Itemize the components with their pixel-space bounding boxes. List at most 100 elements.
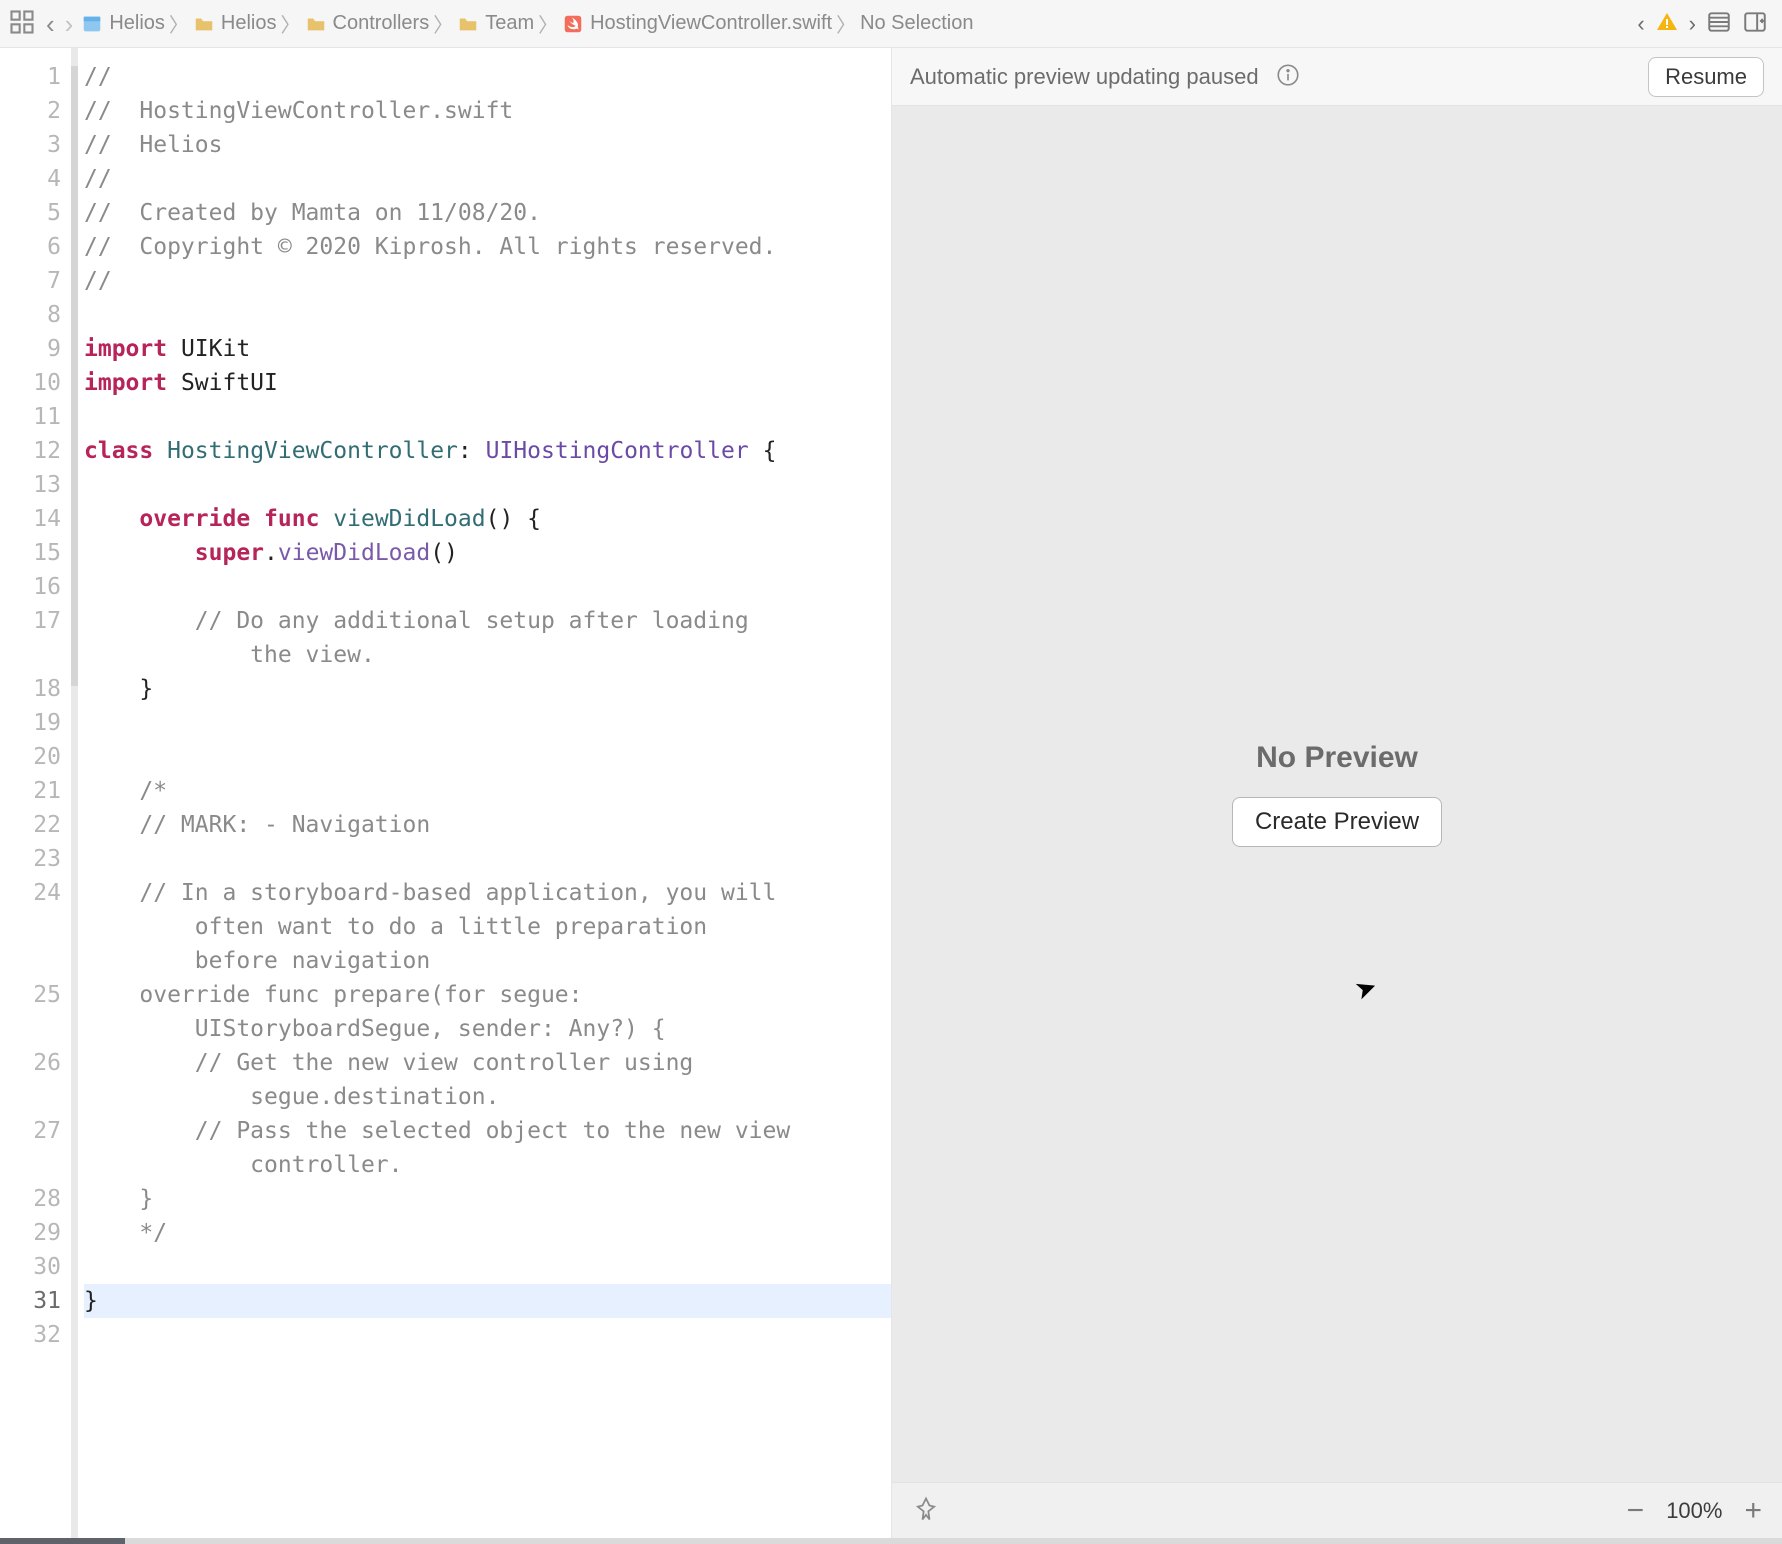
code-line[interactable] bbox=[84, 1318, 891, 1352]
breadcrumb-item[interactable]: Controllers bbox=[305, 12, 430, 35]
warning-icon[interactable] bbox=[1655, 10, 1679, 37]
code-line[interactable] bbox=[84, 570, 891, 604]
code-line[interactable]: // Do any additional setup after loading… bbox=[84, 604, 891, 672]
code-line[interactable]: */ bbox=[84, 1216, 891, 1250]
chevron-right-icon: 〉 bbox=[836, 9, 856, 38]
create-preview-button[interactable]: Create Preview bbox=[1232, 797, 1442, 847]
line-number: 26 bbox=[0, 1046, 61, 1114]
canvas-preview-pane: Automatic preview updating paused Resume… bbox=[891, 48, 1782, 1538]
line-number: 9 bbox=[0, 332, 61, 366]
breadcrumb-label: No Selection bbox=[860, 12, 973, 35]
breadcrumb-item[interactable]: No Selection bbox=[860, 12, 973, 35]
line-number: 10 bbox=[0, 366, 61, 400]
line-number: 24 bbox=[0, 876, 61, 978]
line-number: 17 bbox=[0, 604, 61, 672]
mouse-cursor-icon: ➤ bbox=[1350, 970, 1381, 1007]
code-line[interactable]: // bbox=[84, 162, 891, 196]
code-line[interactable]: import UIKit bbox=[84, 332, 891, 366]
pin-icon[interactable] bbox=[912, 1495, 940, 1526]
line-number: 18 bbox=[0, 672, 61, 706]
code-line[interactable]: // HostingViewController.swift bbox=[84, 94, 891, 128]
preview-footer: − 100% + bbox=[892, 1482, 1782, 1538]
code-line[interactable]: /* bbox=[84, 774, 891, 808]
line-number: 23 bbox=[0, 842, 61, 876]
breadcrumb-item[interactable]: HostingViewController.swift bbox=[562, 12, 832, 35]
main-split: 1234567891011121314151617181920212223242… bbox=[0, 48, 1782, 1538]
zoom-level-label: 100% bbox=[1666, 1498, 1722, 1524]
line-number: 25 bbox=[0, 978, 61, 1046]
adjust-editor-icon[interactable] bbox=[1706, 9, 1732, 38]
code-line[interactable] bbox=[84, 400, 891, 434]
breadcrumb-item[interactable]: Helios bbox=[193, 12, 277, 35]
code-line[interactable]: // bbox=[84, 264, 891, 298]
code-line[interactable] bbox=[84, 298, 891, 332]
scroll-indicator bbox=[71, 66, 78, 686]
breadcrumb-items: Helios〉Helios〉Controllers〉Team〉HostingVi… bbox=[81, 9, 1633, 38]
code-line[interactable]: super.viewDidLoad() bbox=[84, 536, 891, 570]
zoom-in-button[interactable]: + bbox=[1744, 1494, 1762, 1528]
zoom-controls: − 100% + bbox=[1627, 1494, 1762, 1528]
code-line[interactable] bbox=[84, 740, 891, 774]
line-number: 3 bbox=[0, 128, 61, 162]
code-line[interactable]: // In a storyboard-based application, yo… bbox=[84, 876, 891, 978]
code-line[interactable]: // Get the new view controller using seg… bbox=[84, 1046, 891, 1114]
line-number: 4 bbox=[0, 162, 61, 196]
line-number: 12 bbox=[0, 434, 61, 468]
code-area[interactable]: //// HostingViewController.swift// Helio… bbox=[78, 48, 891, 1538]
info-icon[interactable] bbox=[1275, 62, 1301, 91]
code-line[interactable]: } bbox=[84, 1284, 891, 1318]
code-line[interactable]: // Helios bbox=[84, 128, 891, 162]
chevron-right-icon: 〉 bbox=[433, 9, 453, 38]
line-number: 27 bbox=[0, 1114, 61, 1182]
breadcrumb-label: HostingViewController.swift bbox=[590, 12, 832, 35]
code-line[interactable]: } bbox=[84, 672, 891, 706]
code-line[interactable] bbox=[84, 842, 891, 876]
line-number: 22 bbox=[0, 808, 61, 842]
chevron-right-icon: 〉 bbox=[538, 9, 558, 38]
code-line[interactable]: // MARK: - Navigation bbox=[84, 808, 891, 842]
back-arrow-icon[interactable]: ‹ bbox=[46, 11, 55, 37]
folder-icon bbox=[457, 13, 479, 35]
source-editor[interactable]: 1234567891011121314151617181920212223242… bbox=[0, 48, 891, 1538]
code-line[interactable] bbox=[84, 1250, 891, 1284]
code-line[interactable]: override func viewDidLoad() { bbox=[84, 502, 891, 536]
line-number: 2 bbox=[0, 94, 61, 128]
preview-header: Automatic preview updating paused Resume bbox=[892, 48, 1782, 106]
breadcrumb-label: Controllers bbox=[333, 12, 430, 35]
window-bottom-strip bbox=[0, 1538, 1782, 1544]
related-items-icon[interactable] bbox=[8, 8, 36, 39]
issue-prev-icon[interactable]: ‹ bbox=[1637, 11, 1644, 37]
breadcrumb-label: Helios bbox=[221, 12, 277, 35]
issue-next-icon[interactable]: › bbox=[1689, 11, 1696, 37]
jump-bar-right: ‹ › bbox=[1637, 9, 1774, 38]
code-line[interactable]: override func prepare(for segue: UIStory… bbox=[84, 978, 891, 1046]
line-number: 15 bbox=[0, 536, 61, 570]
code-line[interactable] bbox=[84, 706, 891, 740]
code-line[interactable]: import SwiftUI bbox=[84, 366, 891, 400]
code-line[interactable]: // bbox=[84, 60, 891, 94]
line-number: 20 bbox=[0, 740, 61, 774]
line-number: 21 bbox=[0, 774, 61, 808]
code-line[interactable]: // Copyright © 2020 Kiprosh. All rights … bbox=[84, 230, 891, 264]
line-number: 19 bbox=[0, 706, 61, 740]
code-line[interactable]: } bbox=[84, 1182, 891, 1216]
breadcrumb-item[interactable]: Team bbox=[457, 12, 534, 35]
line-number: 14 bbox=[0, 502, 61, 536]
breadcrumb-item[interactable]: Helios bbox=[81, 12, 165, 35]
jump-bar: ‹ › Helios〉Helios〉Controllers〉Team〉Hosti… bbox=[0, 0, 1782, 48]
resume-button[interactable]: Resume bbox=[1648, 57, 1764, 97]
code-line[interactable]: class HostingViewController: UIHostingCo… bbox=[84, 434, 891, 468]
preview-status-text: Automatic preview updating paused bbox=[910, 64, 1259, 90]
code-line[interactable] bbox=[84, 468, 891, 502]
line-number: 31 bbox=[0, 1284, 61, 1318]
code-line[interactable]: // Pass the selected object to the new v… bbox=[84, 1114, 891, 1182]
chevron-right-icon: 〉 bbox=[281, 9, 301, 38]
zoom-out-button[interactable]: − bbox=[1627, 1494, 1645, 1528]
forward-arrow-icon[interactable]: › bbox=[65, 11, 74, 37]
code-line[interactable]: // Created by Mamta on 11/08/20. bbox=[84, 196, 891, 230]
line-number: 1 bbox=[0, 60, 61, 94]
project-icon bbox=[81, 13, 103, 35]
folder-icon bbox=[305, 13, 327, 35]
add-editor-icon[interactable] bbox=[1742, 9, 1768, 38]
nav-arrows: ‹ › bbox=[46, 11, 73, 37]
